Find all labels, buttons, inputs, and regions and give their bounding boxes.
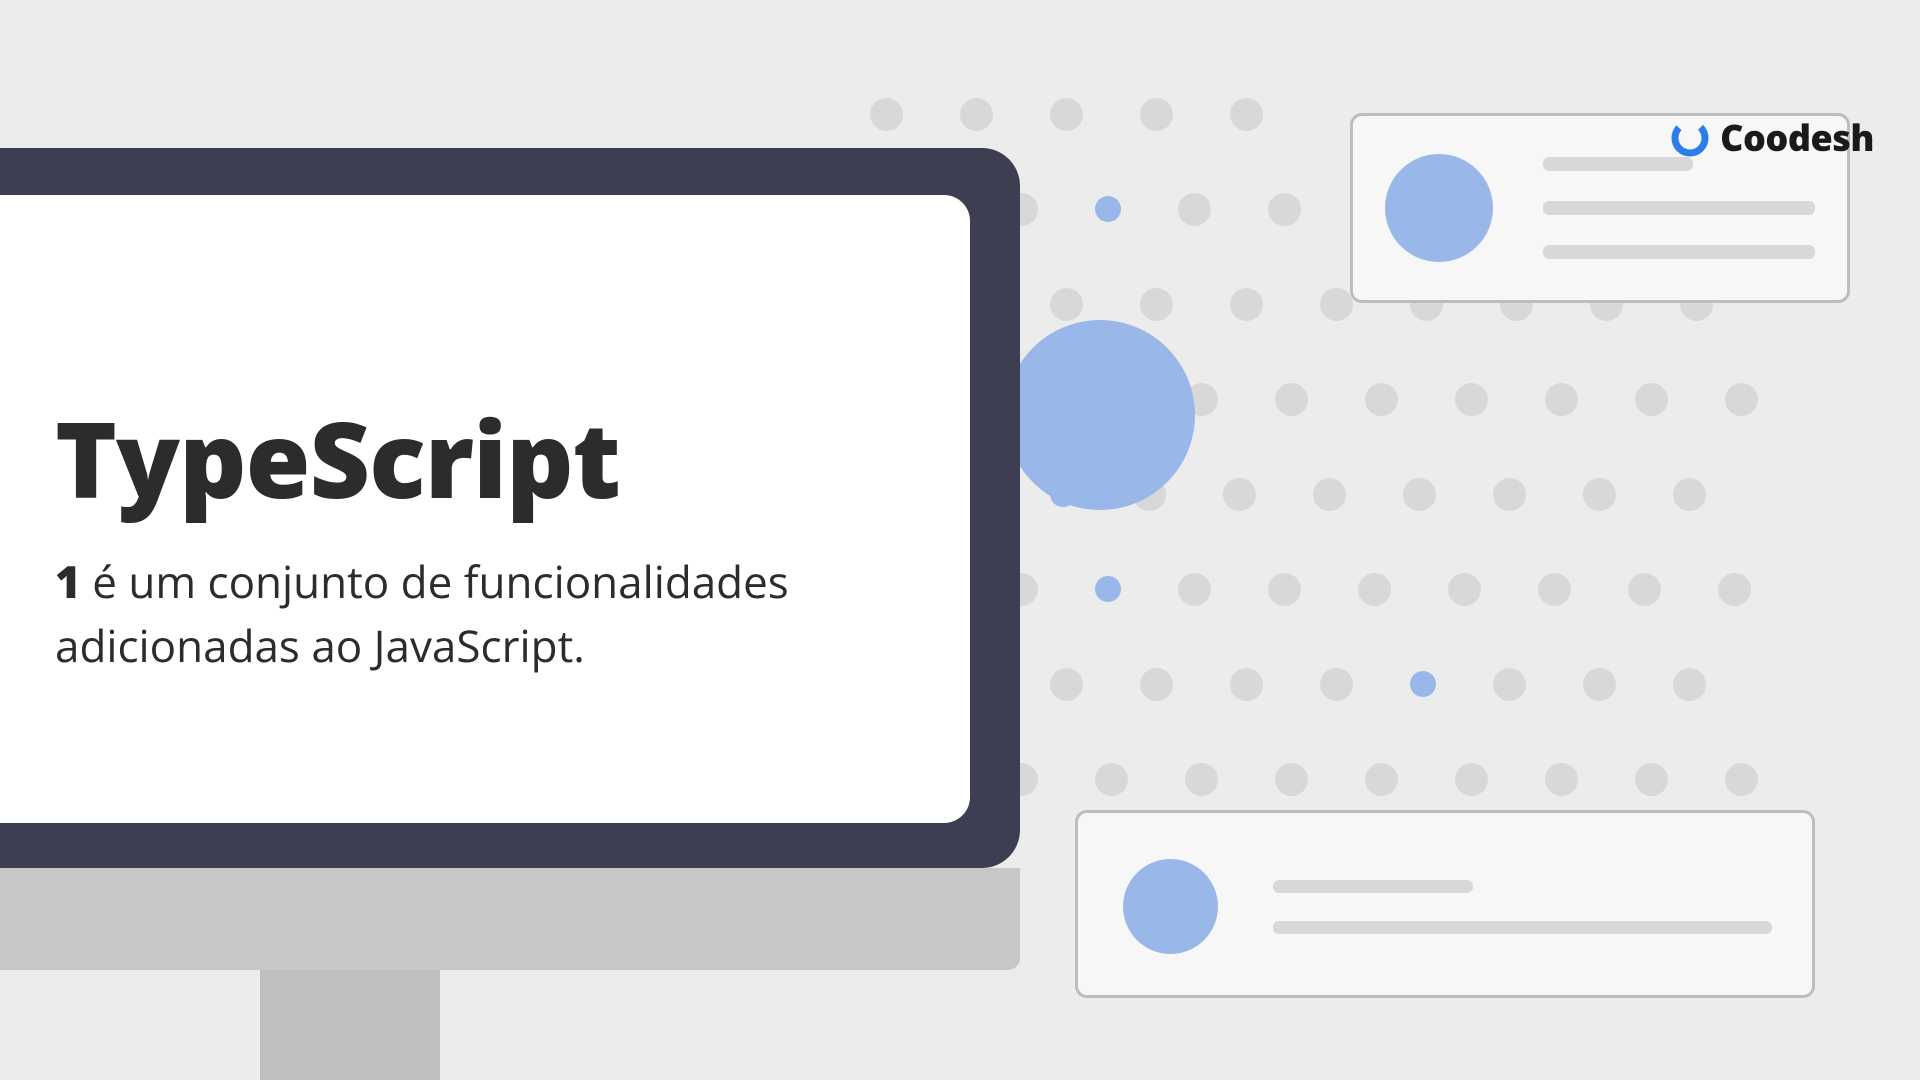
placeholder-lines — [1543, 157, 1815, 259]
definition-text: 1 é um conjunto de funcionalidades adici… — [55, 550, 930, 678]
brand-name: Coodesh — [1720, 113, 1874, 162]
profile-card-bottom — [1075, 810, 1815, 998]
definition-number: 1 — [55, 551, 81, 611]
monitor-base — [0, 868, 1020, 970]
definition-body: é um conjunto de funcionalidades adicion… — [55, 551, 789, 675]
brand-logo: Coodesh — [1670, 113, 1874, 162]
avatar — [1123, 859, 1218, 954]
placeholder-lines — [1273, 880, 1772, 934]
monitor-screen: TypeScript 1 é um conjunto de funcionali… — [0, 195, 970, 823]
decorative-blue-circle — [1005, 320, 1195, 510]
monitor-stand — [260, 960, 440, 1080]
avatar — [1385, 154, 1493, 262]
coodesh-icon — [1670, 118, 1710, 158]
page-title: TypeScript — [55, 405, 930, 510]
